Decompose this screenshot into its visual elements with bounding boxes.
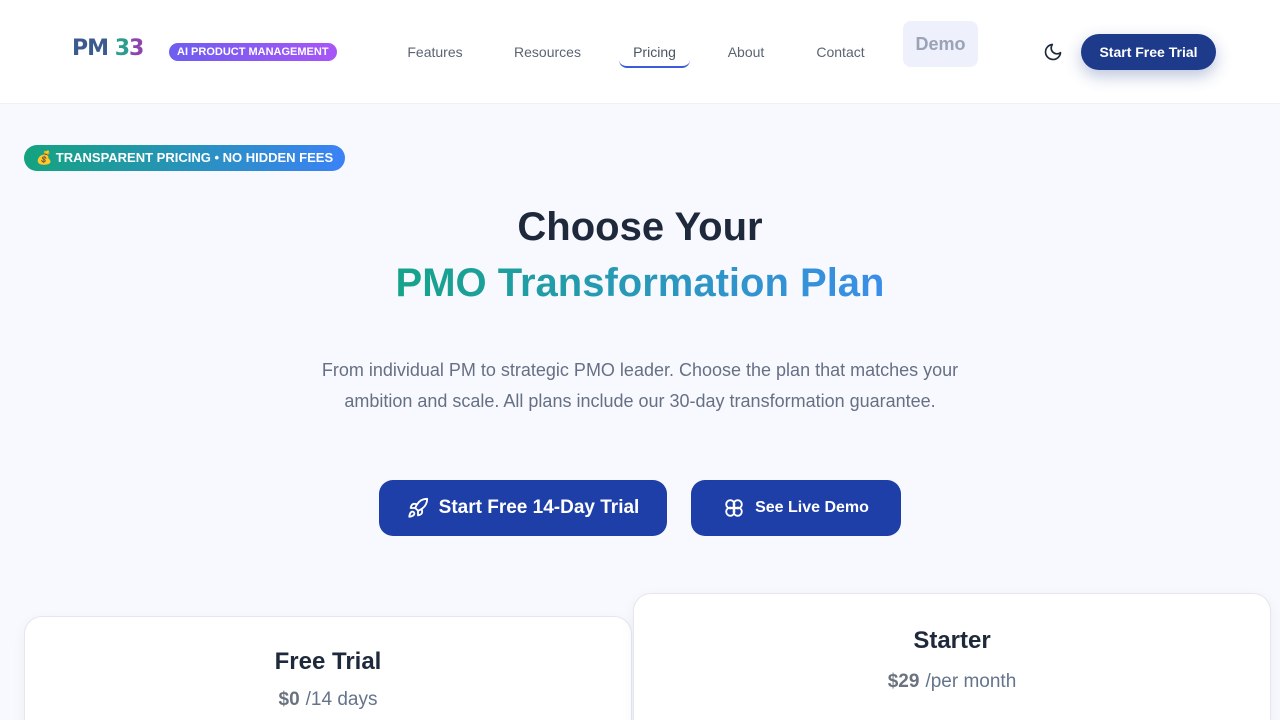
site-header: PM 33 AI PRODUCT MANAGEMENT Features Res… — [0, 0, 1280, 104]
plan-price: $0/14 days — [25, 689, 631, 711]
plan-name: Free Trial — [274, 648, 382, 675]
plan-price: $29/per month — [634, 671, 1270, 693]
hero-title-gradient-text: PMO Transformation Plan — [395, 261, 885, 305]
nav-features[interactable]: Features — [394, 36, 476, 68]
plan-name: Starter — [913, 627, 991, 654]
see-live-demo-button[interactable]: See Live Demo — [691, 480, 901, 536]
nav-resources[interactable]: Resources — [500, 36, 595, 68]
rocket-icon — [408, 497, 428, 518]
plan-card-free-trial: Free Trial $0/14 days — [24, 616, 632, 720]
start-free-trial-button[interactable]: Start Free Trial — [1081, 34, 1216, 70]
nav-pricing[interactable]: Pricing — [619, 36, 690, 68]
hero-title-line1: Choose Your — [517, 205, 763, 249]
plan-price-period: /14 days — [305, 689, 378, 710]
nav-demo-button[interactable]: Demo — [903, 21, 978, 67]
plan-price-period: /per month — [925, 671, 1017, 692]
start-14-day-trial-label: Start Free 14-Day Trial — [438, 497, 640, 518]
hero-title-line2: PMO Transformation Plan — [0, 258, 1280, 308]
hero-subtitle: From individual PM to strategic PMO lead… — [321, 360, 959, 411]
brain-icon — [725, 499, 743, 517]
nav-contact[interactable]: Contact — [802, 36, 879, 68]
see-live-demo-label: See Live Demo — [755, 499, 869, 516]
moon-icon[interactable] — [1043, 42, 1063, 62]
plan-price-amount: $29 — [887, 671, 920, 692]
transparent-pricing-badge: 💰 TRANSPARENT PRICING • NO HIDDEN FEES — [24, 145, 346, 171]
plan-card-starter: Starter $29/per month — [633, 593, 1271, 720]
nav-about[interactable]: About — [714, 36, 778, 68]
pm33-logo[interactable]: PM 33 — [72, 36, 144, 61]
plan-price-amount: $0 — [278, 689, 300, 710]
ai-product-management-badge: AI PRODUCT MANAGEMENT — [169, 43, 337, 61]
start-14-day-trial-button[interactable]: Start Free 14-Day Trial — [379, 480, 667, 536]
